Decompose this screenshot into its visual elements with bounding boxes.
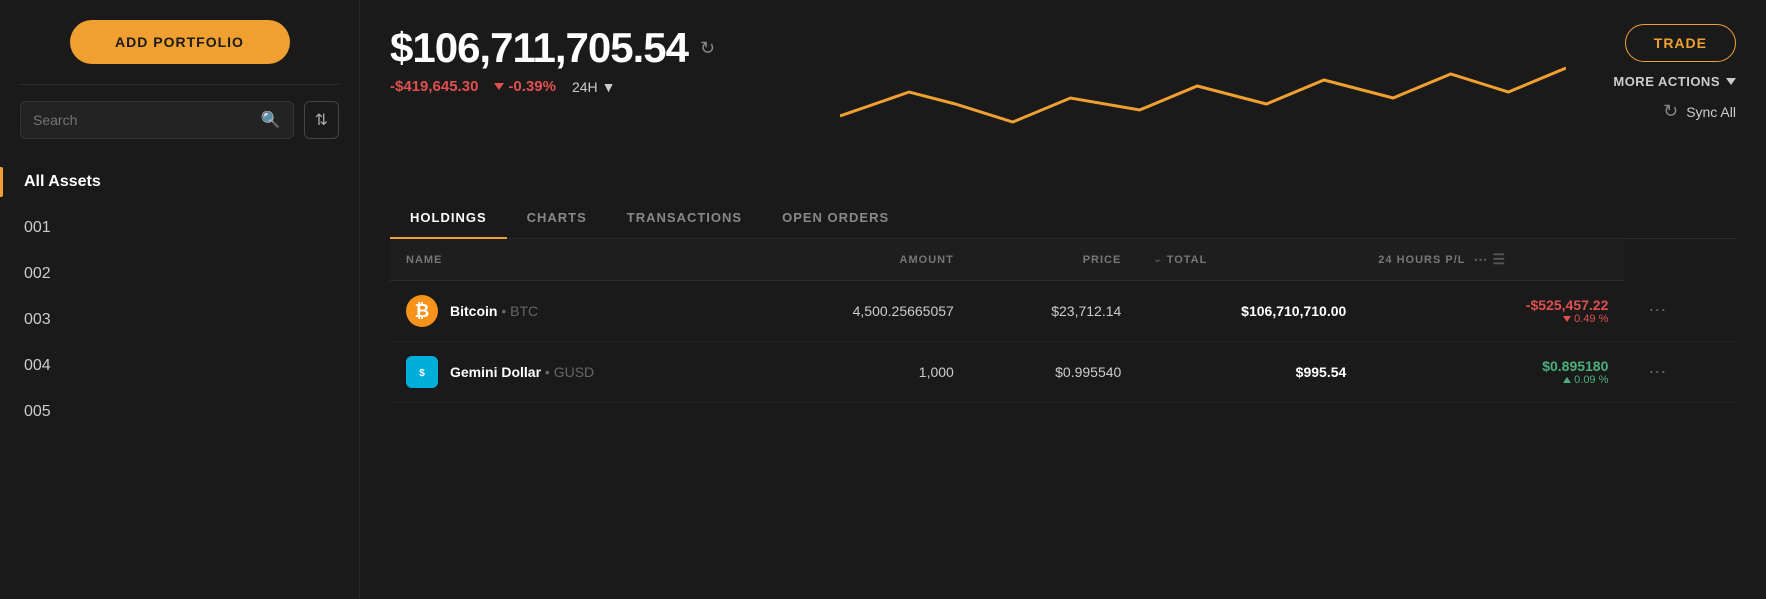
ellipsis-icon[interactable]: ⋯ [1473, 251, 1488, 268]
portfolio-value-block: $106,711,705.54 ↻ -$419,645.30 -0.39% 24… [390, 24, 715, 95]
col-amount: AMOUNT [751, 239, 970, 281]
add-portfolio-button[interactable]: ADD PORTFOLIO [70, 20, 290, 64]
sidebar-item-001[interactable]: 001 [0, 205, 359, 251]
sidebar-divider [20, 84, 339, 85]
col-price: PRICE [970, 239, 1137, 281]
sort-down-icon: ⌄ [1153, 254, 1162, 265]
gusd-pnl-pct: 0.09 % [1378, 374, 1608, 386]
btc-ticker: • BTC [501, 303, 538, 319]
top-right-actions: TRADE MORE ACTIONS ↻ Sync All [1613, 24, 1736, 122]
btc-label: Bitcoin • BTC [450, 303, 538, 319]
btc-pnl-down-icon [1563, 316, 1571, 322]
gusd-icon-svg: $ [408, 358, 436, 386]
col-24h-options: 24 HOURS P/L ⋯ ☰ [1378, 251, 1608, 268]
btc-more: ⋯ [1624, 281, 1736, 342]
header-row: $106,711,705.54 ↻ -$419,645.30 -0.39% 24… [390, 24, 1736, 122]
gusd-more: ⋯ [1624, 342, 1736, 403]
timeframe-label: 24H [572, 79, 598, 95]
nav-list: All Assets 001 002 003 004 005 [0, 159, 359, 435]
sort-button[interactable]: ⇅ [304, 101, 339, 139]
sync-all-label: Sync All [1686, 104, 1736, 120]
btc-price: $23,712.14 [970, 281, 1137, 342]
asset-name-cell: $ Gemini Dollar • GUSD [406, 356, 735, 388]
tab-charts[interactable]: CHARTS [507, 198, 607, 239]
gusd-pnl-amount: $0.895180 [1378, 358, 1608, 374]
table-container: NAME AMOUNT PRICE ⌄ TOTAL 24 HOURS P/L ⋯ [390, 239, 1736, 599]
change-amount: -$419,645.30 [390, 78, 478, 95]
gusd-pnl: $0.895180 0.09 % [1362, 342, 1624, 403]
portfolio-value-line: $106,711,705.54 ↻ [390, 24, 715, 72]
gusd-icon: $ [406, 356, 438, 388]
gusd-ticker: • GUSD [545, 364, 594, 380]
timeframe-selector[interactable]: 24H ▼ [572, 79, 616, 95]
col-24h-pl: 24 HOURS P/L ⋯ ☰ [1362, 239, 1624, 281]
btc-icon: ₿ [406, 295, 438, 327]
table-row: $ Gemini Dollar • GUSD 1,000 $0.995540 $… [390, 342, 1736, 403]
sidebar-item-003[interactable]: 003 [0, 297, 359, 343]
col-total-sort: ⌄ TOTAL [1153, 254, 1346, 266]
search-row: 🔍 ⇅ [0, 101, 359, 139]
col-total[interactable]: ⌄ TOTAL [1137, 239, 1362, 281]
sidebar-item-004[interactable]: 004 [0, 343, 359, 389]
search-icon: 🔍 [261, 110, 281, 130]
svg-text:$: $ [419, 368, 425, 379]
btc-total: $106,710,710.00 [1137, 281, 1362, 342]
btc-pnl-pct: 0.49 % [1378, 313, 1608, 325]
tab-holdings[interactable]: HOLDINGS [390, 198, 507, 239]
sync-icon: ↻ [1663, 101, 1678, 122]
portfolio-value: $106,711,705.54 [390, 24, 688, 72]
asset-name-cell: ₿ Bitcoin • BTC [406, 295, 735, 327]
col-name: NAME [390, 239, 751, 281]
table-body: ₿ Bitcoin • BTC 4,500.25665057 $23,712.1… [390, 281, 1736, 403]
gusd-amount: 1,000 [751, 342, 970, 403]
more-actions-label: MORE ACTIONS [1613, 74, 1720, 89]
more-actions-caret-icon [1726, 78, 1736, 85]
sync-all-button[interactable]: ↻ Sync All [1663, 101, 1736, 122]
trade-button[interactable]: TRADE [1625, 24, 1736, 62]
gusd-price: $0.995540 [970, 342, 1137, 403]
main-content: $106,711,705.54 ↻ -$419,645.30 -0.39% 24… [360, 0, 1766, 599]
holdings-table: NAME AMOUNT PRICE ⌄ TOTAL 24 HOURS P/L ⋯ [390, 239, 1736, 403]
columns-icon[interactable]: ☰ [1492, 251, 1506, 268]
tab-transactions[interactable]: TRANSACTIONS [607, 198, 762, 239]
tab-open-orders[interactable]: OPEN ORDERS [762, 198, 909, 239]
change-pct-value: -0.39% [508, 78, 556, 95]
sidebar-item-all-assets[interactable]: All Assets [0, 159, 359, 205]
sidebar: ADD PORTFOLIO 🔍 ⇅ All Assets 001 002 003… [0, 0, 360, 599]
gusd-total: $995.54 [1137, 342, 1362, 403]
change-row: -$419,645.30 -0.39% 24H ▼ [390, 78, 715, 95]
gusd-label: Gemini Dollar • GUSD [450, 364, 594, 380]
tabs: HOLDINGS CHARTS TRANSACTIONS OPEN ORDERS [390, 198, 1736, 239]
down-triangle-icon [494, 83, 504, 90]
change-pct: -0.39% [494, 78, 556, 95]
gusd-name-cell: $ Gemini Dollar • GUSD [390, 342, 751, 403]
sidebar-item-005[interactable]: 005 [0, 389, 359, 435]
btc-more-button[interactable]: ⋯ [1640, 296, 1676, 325]
refresh-icon[interactable]: ↻ [700, 38, 715, 59]
timeframe-caret-icon: ▼ [602, 79, 616, 95]
table-row: ₿ Bitcoin • BTC 4,500.25665057 $23,712.1… [390, 281, 1736, 342]
more-actions-button[interactable]: MORE ACTIONS [1613, 74, 1736, 89]
table-header-row: NAME AMOUNT PRICE ⌄ TOTAL 24 HOURS P/L ⋯ [390, 239, 1736, 281]
search-box: 🔍 [20, 101, 294, 139]
gusd-more-button[interactable]: ⋯ [1640, 358, 1676, 387]
gusd-pnl-up-icon [1563, 377, 1571, 383]
btc-name-cell: ₿ Bitcoin • BTC [390, 281, 751, 342]
sidebar-item-002[interactable]: 002 [0, 251, 359, 297]
btc-amount: 4,500.25665057 [751, 281, 970, 342]
search-input[interactable] [33, 112, 253, 128]
btc-pnl: -$525,457.22 0.49 % [1362, 281, 1624, 342]
btc-pnl-amount: -$525,457.22 [1378, 297, 1608, 313]
